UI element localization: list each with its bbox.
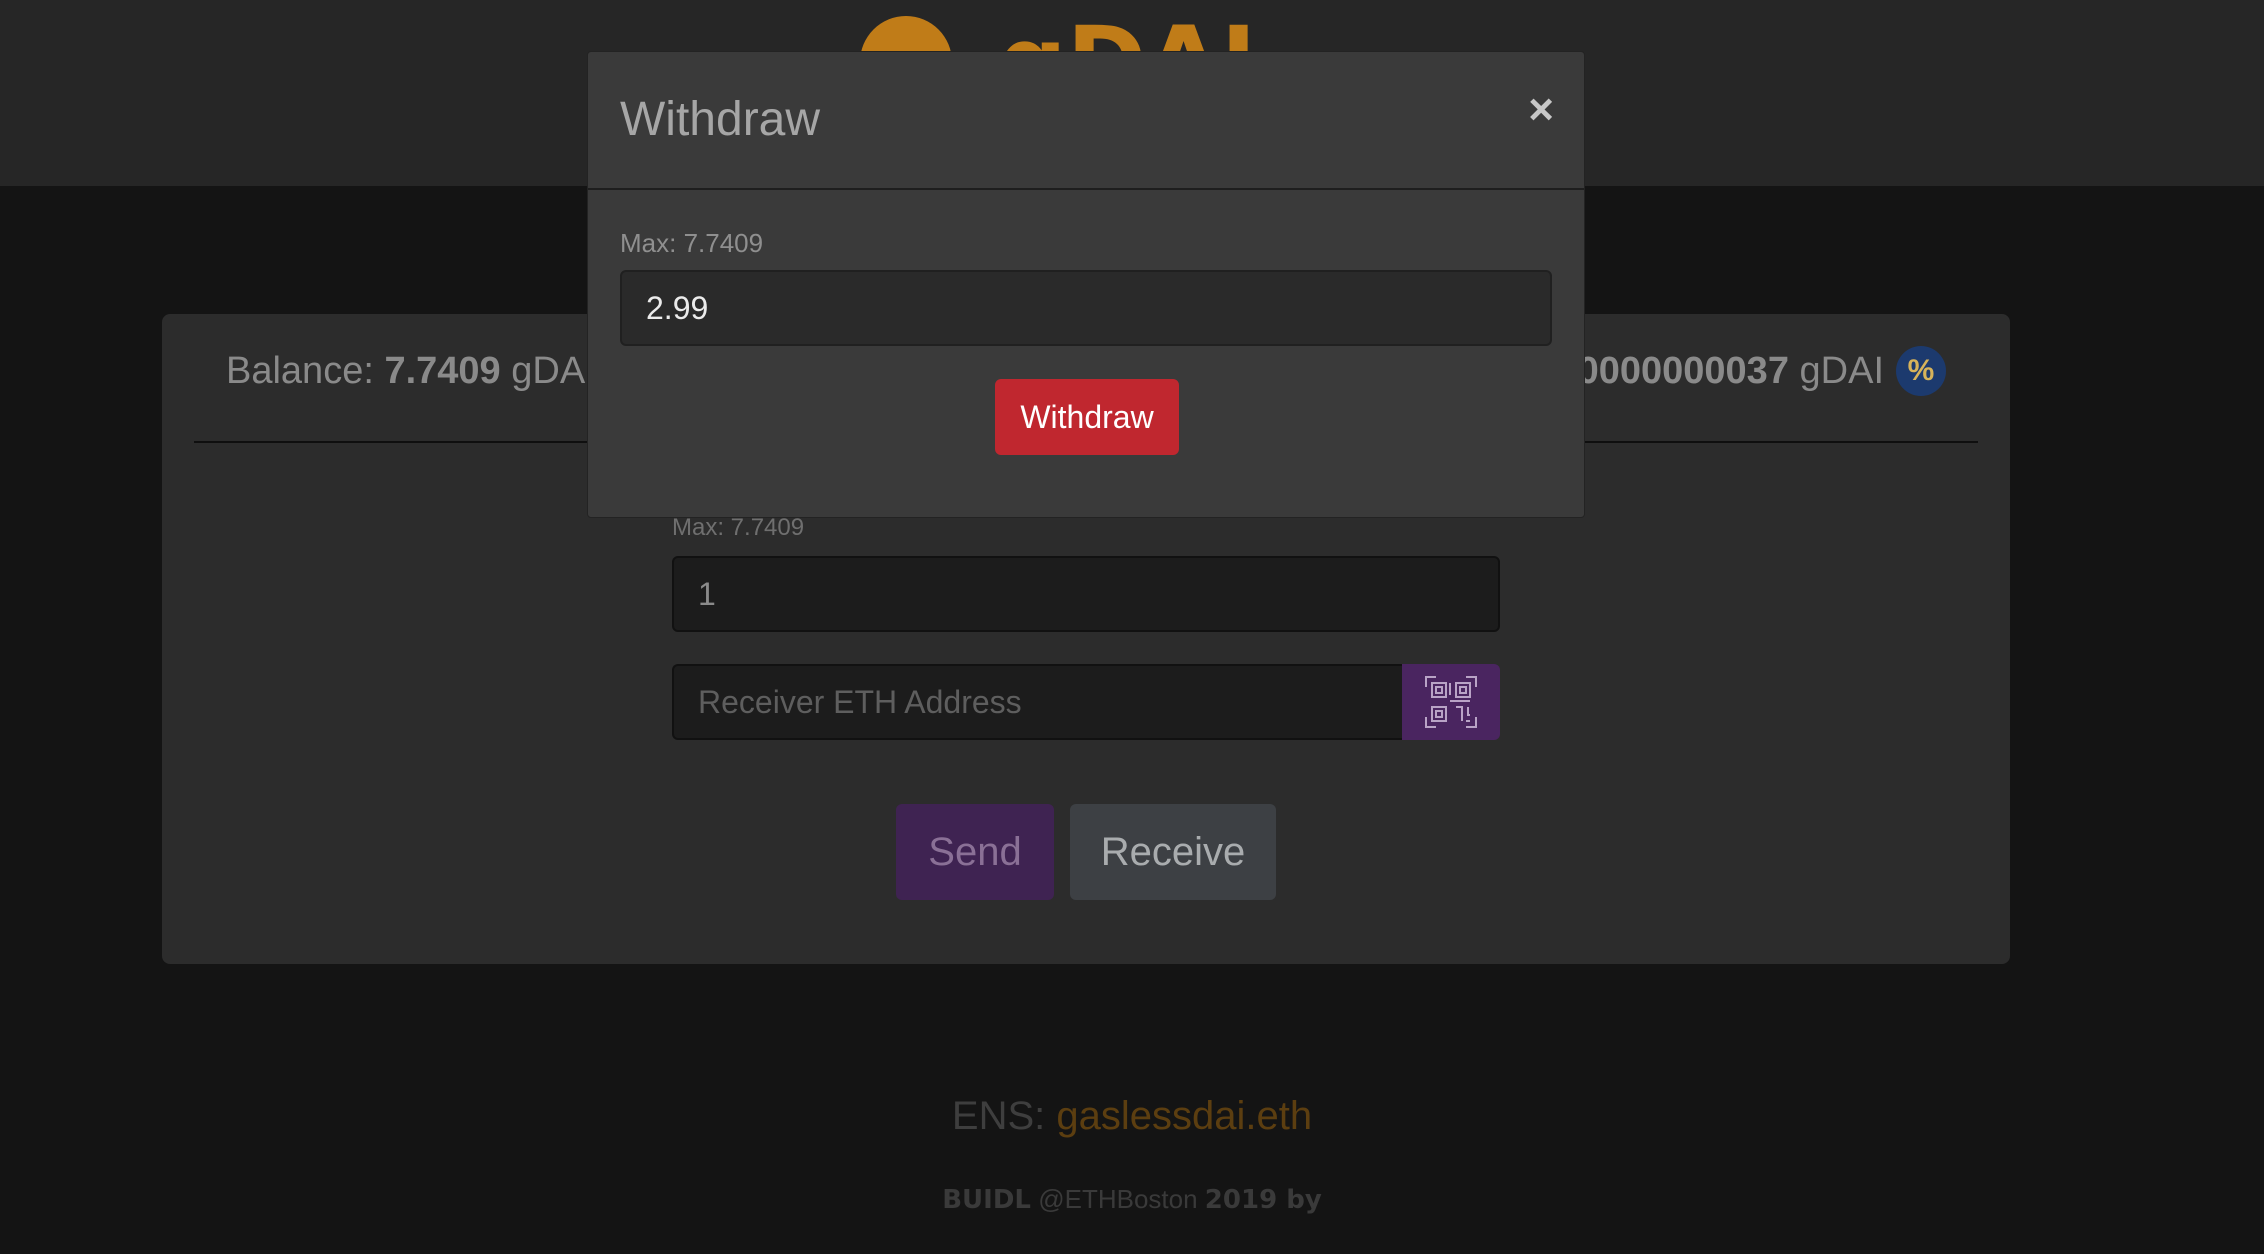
modal-header: Withdraw × bbox=[588, 52, 1584, 190]
withdraw-modal: Withdraw × Max: 7.7409 2.99 Withdraw bbox=[587, 51, 1585, 518]
close-icon[interactable]: × bbox=[1528, 88, 1554, 132]
withdraw-amount-input[interactable]: 2.99 bbox=[620, 270, 1552, 346]
modal-title: Withdraw bbox=[620, 93, 821, 146]
withdraw-max-label: Max: 7.7409 bbox=[620, 228, 764, 258]
withdraw-button[interactable]: Withdraw bbox=[995, 379, 1179, 455]
